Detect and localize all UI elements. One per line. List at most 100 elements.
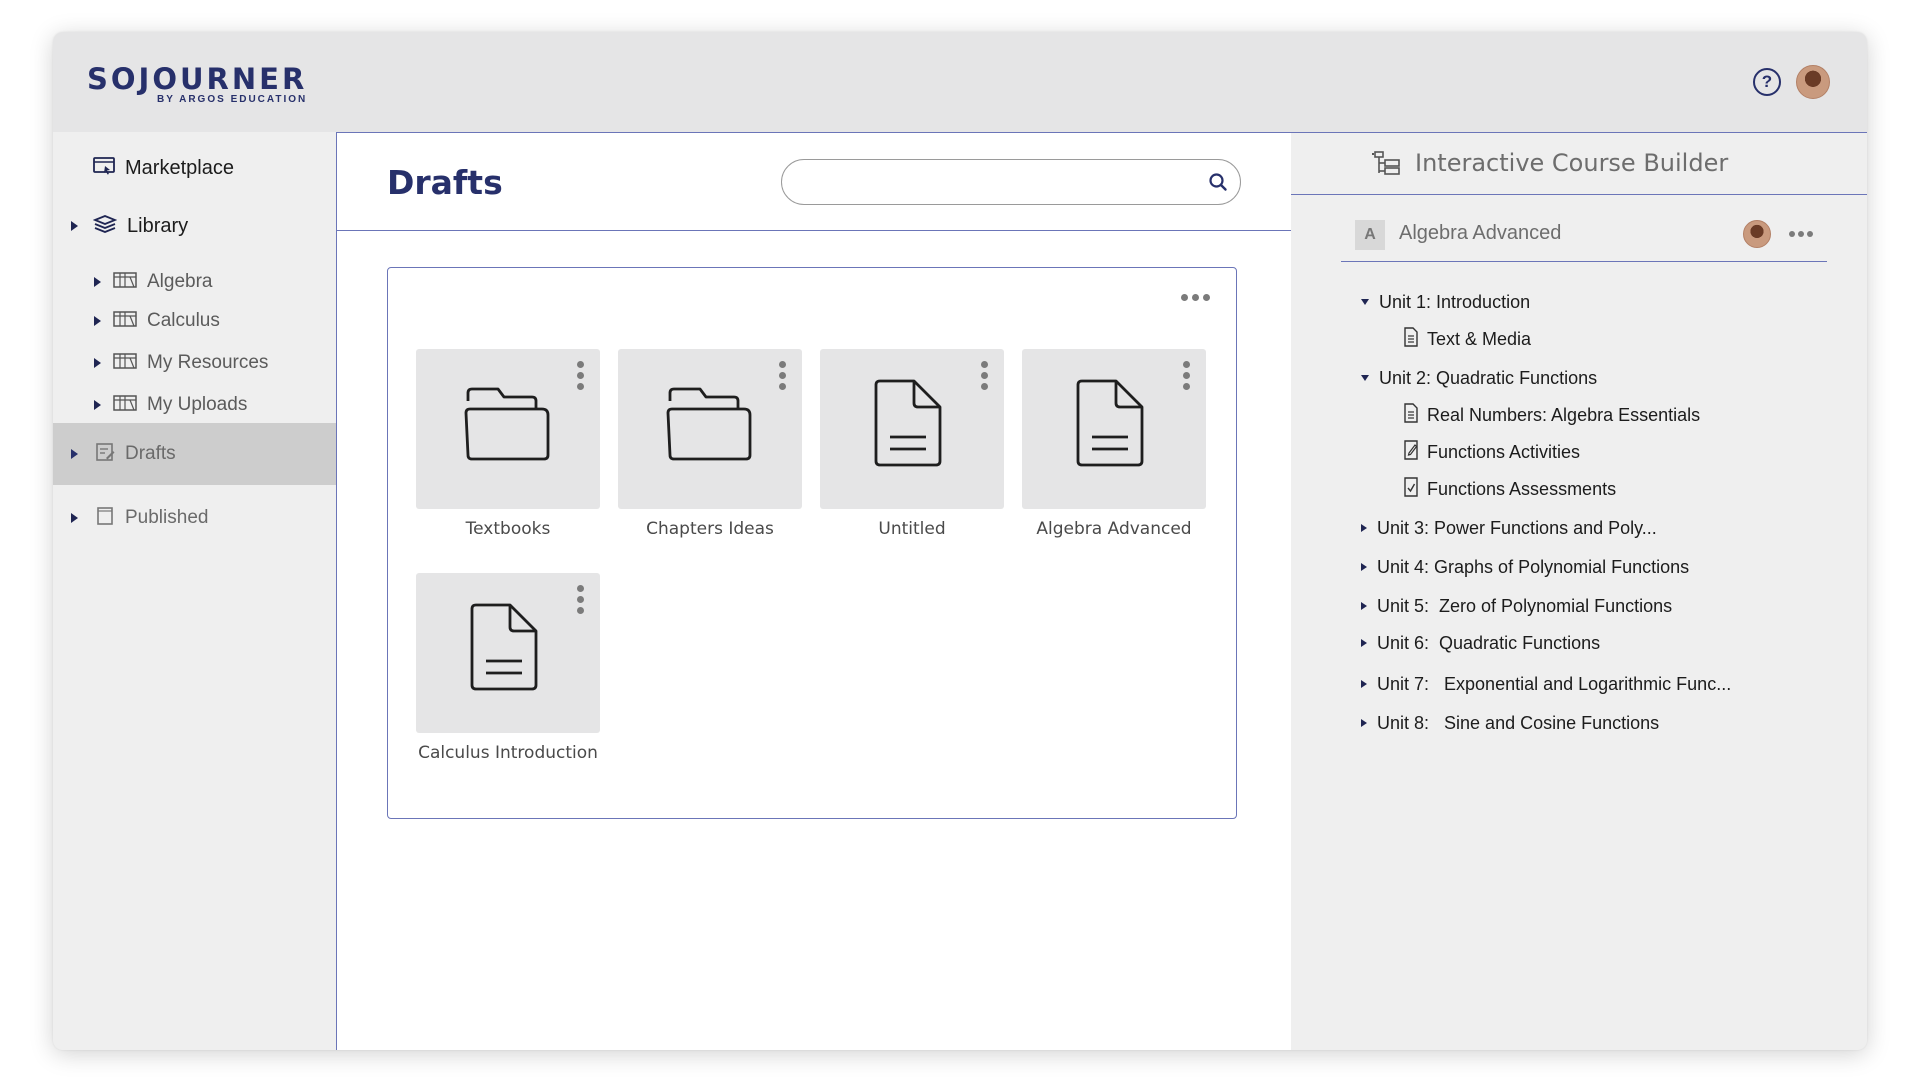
- sidebar-item-label: Library: [127, 214, 189, 237]
- tree-unit-8[interactable]: Unit 8: Sine and Cosine Functions: [1361, 709, 1659, 737]
- more-options-icon[interactable]: [1789, 231, 1813, 237]
- drafts-header: Drafts: [337, 133, 1291, 231]
- sidebar-item-algebra[interactable]: Algebra: [53, 262, 336, 302]
- course-name[interactable]: Algebra Advanced: [1399, 222, 1561, 245]
- kebab-menu-icon[interactable]: [981, 361, 988, 390]
- chevron-right-icon[interactable]: [1361, 719, 1367, 727]
- chevron-right-icon[interactable]: [1361, 563, 1367, 571]
- tree-unit-1[interactable]: Unit 1: Introduction: [1361, 288, 1530, 316]
- chevron-right-icon[interactable]: [1361, 524, 1367, 532]
- sidebar-item-calculus[interactable]: Calculus: [53, 301, 336, 341]
- sidebar-item-label: My Uploads: [147, 394, 248, 415]
- tree-unit-5[interactable]: Unit 5: Zero of Polynomial Functions: [1361, 592, 1672, 620]
- tree-lesson[interactable]: Real Numbers: Algebra Essentials: [1403, 401, 1700, 429]
- logo[interactable]: SOJOURNER BY ARGOS EDUCATION: [87, 62, 307, 106]
- chevron-right-icon[interactable]: [71, 513, 78, 523]
- course-builder-pane: Interactive Course Builder A Algebra Adv…: [1291, 132, 1867, 1050]
- grid-item-algebra-advanced[interactable]: Algebra Advanced: [1022, 349, 1206, 559]
- grid-item-chapters-ideas[interactable]: Chapters Ideas: [618, 349, 802, 559]
- tile-card[interactable]: [416, 573, 600, 733]
- sidebar-item-my-resources[interactable]: My Resources: [53, 343, 336, 383]
- chevron-right-icon[interactable]: [94, 400, 101, 410]
- grid-item-label: Chapters Ideas: [646, 519, 774, 539]
- tree-structure-icon: [1371, 151, 1401, 182]
- books-icon: [113, 271, 137, 294]
- tree-unit-6[interactable]: Unit 6: Quadratic Functions: [1361, 629, 1600, 657]
- marketplace-icon: [93, 156, 115, 181]
- tree-label: Unit 2: Quadratic Functions: [1379, 367, 1598, 388]
- chevron-right-icon[interactable]: [94, 316, 101, 326]
- tree-label: Unit 5: Zero of Polynomial Functions: [1377, 595, 1673, 616]
- tree-unit-4[interactable]: Unit 4: Graphs of Polynomial Functions: [1361, 553, 1689, 581]
- tree-label: Unit 6: Quadratic Functions: [1377, 632, 1601, 653]
- logo-brand: SOJOURNER: [87, 62, 308, 96]
- tree-lesson[interactable]: Functions Activities: [1403, 438, 1580, 466]
- edit-document-icon: [1403, 439, 1419, 465]
- folder-icon: [462, 375, 554, 470]
- drafts-icon: [95, 442, 115, 467]
- sidebar-item-label: Algebra: [147, 271, 213, 292]
- sidebar-item-library[interactable]: Library: [53, 206, 336, 246]
- chevron-down-icon[interactable]: [1361, 299, 1369, 305]
- tile-card[interactable]: [1022, 349, 1206, 509]
- tree-unit-7[interactable]: Unit 7: Exponential and Logarithmic Func…: [1361, 670, 1731, 698]
- sidebar-item-label: Marketplace: [125, 156, 234, 179]
- document-icon: [1403, 402, 1419, 428]
- search-box[interactable]: [781, 159, 1241, 205]
- search-icon[interactable]: [1208, 172, 1228, 197]
- chevron-right-icon[interactable]: [94, 277, 101, 287]
- kebab-menu-icon[interactable]: [1183, 361, 1190, 390]
- tree-unit-2[interactable]: Unit 2: Quadratic Functions: [1361, 364, 1597, 392]
- chevron-right-icon[interactable]: [1361, 639, 1367, 647]
- document-icon: [1403, 326, 1419, 352]
- course-header: A Algebra Advanced: [1341, 212, 1827, 262]
- sidebar: Marketplace Library Algebra Calculus My …: [53, 132, 336, 1050]
- grid-item-untitled[interactable]: Untitled: [820, 349, 1004, 559]
- chevron-right-icon[interactable]: [1361, 602, 1367, 610]
- folder-icon: [664, 375, 756, 470]
- grid-item-textbooks[interactable]: Textbooks: [416, 349, 600, 559]
- tree-label: Unit 1: Introduction: [1379, 291, 1531, 312]
- sidebar-item-my-uploads[interactable]: My Uploads: [53, 385, 336, 425]
- help-button[interactable]: ?: [1753, 68, 1781, 96]
- books-icon: [113, 310, 137, 333]
- collaborator-avatar[interactable]: [1743, 220, 1771, 248]
- tree-label: Unit 8: Sine and Cosine Functions: [1377, 712, 1660, 733]
- kebab-menu-icon[interactable]: [577, 585, 584, 614]
- kebab-menu-icon[interactable]: [779, 361, 786, 390]
- grid-item-label: Textbooks: [465, 519, 551, 539]
- chevron-down-icon[interactable]: [1361, 375, 1369, 381]
- more-options-icon[interactable]: [1181, 294, 1210, 301]
- tree-lesson[interactable]: Text & Media: [1403, 325, 1531, 353]
- grid-item-label: Calculus Introduction: [418, 743, 598, 763]
- tile-card[interactable]: [820, 349, 1004, 509]
- sidebar-item-label: Published: [125, 507, 209, 528]
- tree-label: Functions Activities: [1427, 441, 1581, 462]
- tree-label: Unit 7: Exponential and Logarithmic Func…: [1377, 673, 1732, 694]
- app-window: SOJOURNER BY ARGOS EDUCATION ? Marketpla…: [53, 32, 1867, 1050]
- tile-card[interactable]: [416, 349, 600, 509]
- user-avatar[interactable]: [1796, 65, 1830, 99]
- sidebar-item-drafts[interactable]: Drafts: [53, 423, 336, 485]
- panel-title: Interactive Course Builder: [1415, 149, 1729, 177]
- tree-lesson[interactable]: Functions Assessments: [1403, 475, 1616, 503]
- chevron-right-icon[interactable]: [71, 221, 78, 231]
- document-icon: [1074, 375, 1154, 476]
- tile-card[interactable]: [618, 349, 802, 509]
- drafts-grid: Textbooks Chapters Ideas Untitled Algebr…: [387, 267, 1237, 819]
- tree-label: Real Numbers: Algebra Essentials: [1427, 404, 1701, 425]
- page-title: Drafts: [387, 163, 503, 202]
- kebab-menu-icon[interactable]: [577, 361, 584, 390]
- chevron-right-icon[interactable]: [1361, 680, 1367, 688]
- books-icon: [113, 352, 137, 375]
- document-icon: [468, 599, 548, 700]
- sidebar-item-published[interactable]: Published: [53, 498, 336, 538]
- sidebar-item-marketplace[interactable]: Marketplace: [53, 148, 336, 188]
- chevron-right-icon[interactable]: [71, 449, 78, 459]
- grid-item-calculus-introduction[interactable]: Calculus Introduction: [416, 573, 600, 783]
- course-builder-header: Interactive Course Builder: [1291, 132, 1867, 195]
- tree-unit-3[interactable]: Unit 3: Power Functions and Poly...: [1361, 514, 1657, 542]
- search-input[interactable]: [800, 168, 1190, 196]
- chevron-right-icon[interactable]: [94, 358, 101, 368]
- grid-item-label: Algebra Advanced: [1036, 519, 1192, 539]
